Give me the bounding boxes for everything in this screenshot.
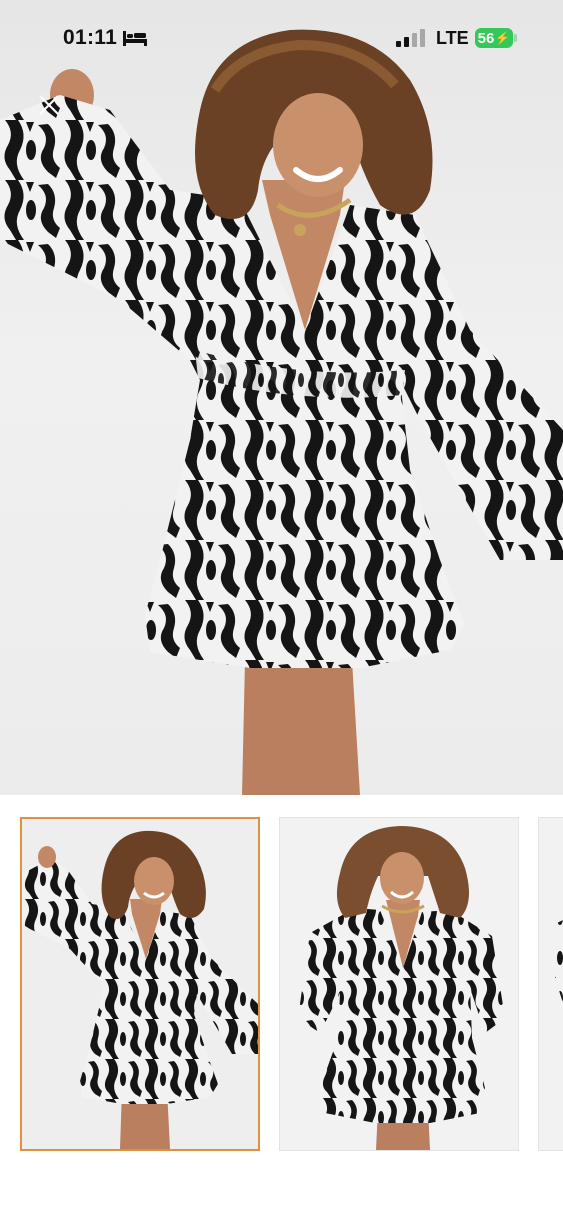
network-type: LTE (436, 28, 469, 48)
product-photo-dress-pose-3 (539, 818, 563, 1150)
status-bar: 01:11 LTE 56 ⚡ (0, 0, 563, 78)
close-icon[interactable] (36, 92, 62, 118)
main-product-image[interactable] (0, 0, 563, 795)
charging-bolt-icon: ⚡ (495, 31, 511, 45)
thumbnail-3[interactable] (538, 817, 563, 1151)
battery-indicator: 56 ⚡ (475, 28, 513, 48)
product-photo-dress-pose-1 (22, 819, 258, 1149)
product-photo-dress-pose-2 (280, 818, 518, 1150)
clock-time: 01:11 (63, 26, 118, 49)
bed-icon (123, 31, 147, 46)
thumbnail-strip[interactable] (0, 795, 563, 1219)
battery-cap (514, 34, 517, 42)
thumbnail-1[interactable] (20, 817, 260, 1151)
thumbnail-2[interactable] (279, 817, 519, 1151)
product-photo-dress (0, 29, 563, 795)
signal-bars-icon (396, 29, 425, 47)
battery-level: 56 (477, 29, 495, 47)
